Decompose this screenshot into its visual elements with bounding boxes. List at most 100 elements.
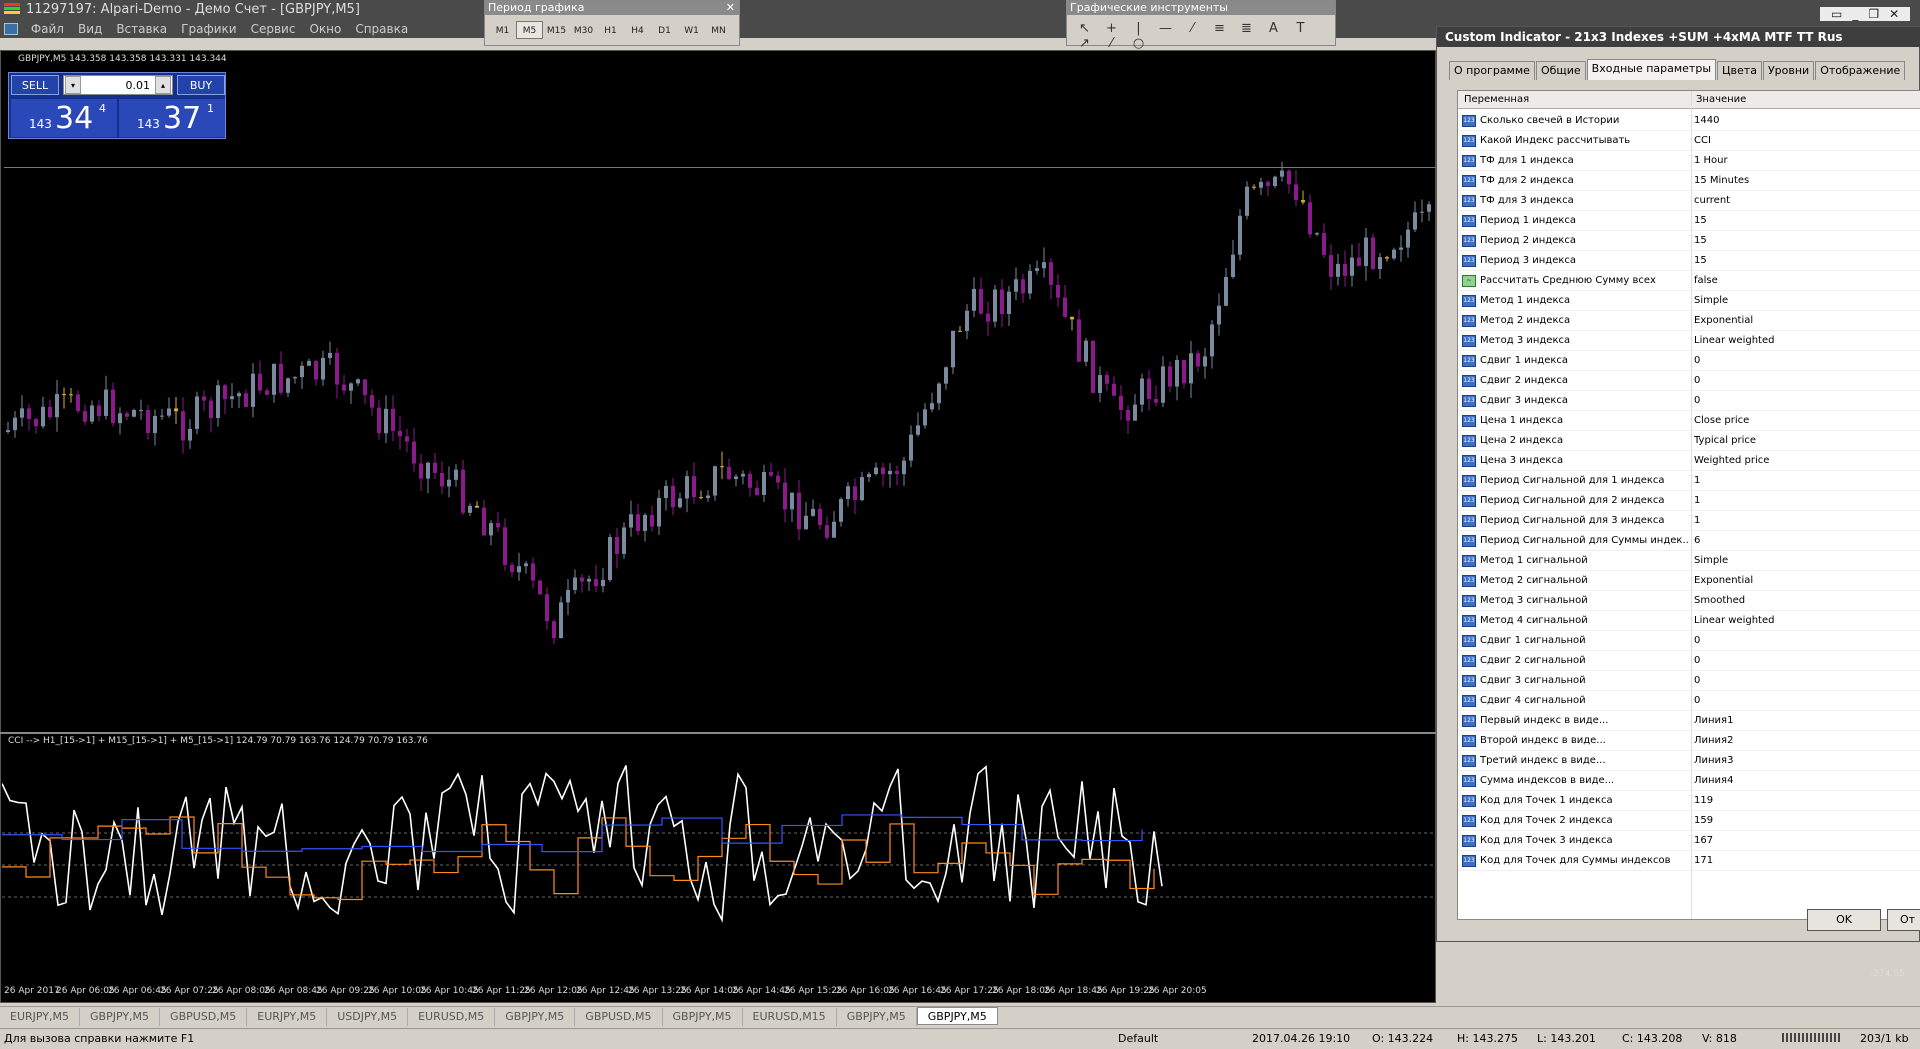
param-value[interactable]: 0 — [1694, 691, 1700, 711]
chart-tab[interactable]: GBPUSD,M5 — [160, 1008, 248, 1026]
param-value[interactable]: 15 Minutes — [1694, 171, 1749, 191]
maximize-icon[interactable]: ❐ — [1868, 7, 1879, 21]
param-value[interactable]: Smoothed — [1694, 591, 1745, 611]
cursor-icon[interactable]: ↖ — [1071, 21, 1098, 36]
channel-icon[interactable]: ≡ — [1206, 21, 1233, 36]
vertical-line-icon[interactable]: | — [1125, 21, 1152, 36]
param-row[interactable]: 123 Сдвиг 1 индекса 0 — [1458, 351, 1920, 371]
param-value[interactable]: 0 — [1694, 391, 1700, 411]
chart-tab[interactable]: GBPJPY,M5 — [495, 1008, 576, 1026]
param-row[interactable]: 123 Код для Точек 1 индекса 119 — [1458, 791, 1920, 811]
param-row[interactable]: 123 Цена 3 индекса Weighted price — [1458, 451, 1920, 471]
param-row[interactable]: 123 Сдвиг 2 индекса 0 — [1458, 371, 1920, 391]
chart-tab[interactable]: EURUSD,M15 — [743, 1008, 837, 1026]
param-value[interactable]: 6 — [1694, 531, 1700, 551]
param-row[interactable]: 123 Сдвиг 4 сигнальной 0 — [1458, 691, 1920, 711]
param-row[interactable]: 123 ТФ для 2 индекса 15 Minutes — [1458, 171, 1920, 191]
period-h1[interactable]: H1 — [597, 22, 624, 40]
menu-item-0[interactable]: Файл — [24, 20, 71, 38]
param-value[interactable]: false — [1694, 271, 1718, 291]
ok-button[interactable]: OK — [1807, 909, 1881, 931]
param-row[interactable]: 123 Период 2 индекса 15 — [1458, 231, 1920, 251]
param-row[interactable]: 123 Сдвиг 2 сигнальной 0 — [1458, 651, 1920, 671]
menu-item-3[interactable]: Графики — [174, 20, 243, 38]
dialog-tab-5[interactable]: Отображение — [1815, 61, 1906, 80]
text-label-icon[interactable]: T — [1287, 21, 1314, 36]
param-row[interactable]: 123 Какой Индекс рассчитывать CCI — [1458, 131, 1920, 151]
restore-icon[interactable]: ▭ — [1831, 7, 1842, 21]
param-value[interactable]: Exponential — [1694, 571, 1753, 591]
param-row[interactable]: 123 Сумма индексов в виде... Линия4 — [1458, 771, 1920, 791]
param-value[interactable]: 1 — [1694, 511, 1700, 531]
param-value[interactable]: 0 — [1694, 651, 1700, 671]
param-value[interactable]: Linear weighted — [1694, 331, 1774, 351]
param-value[interactable]: 15 — [1694, 211, 1707, 231]
horizontal-line-icon[interactable]: — — [1152, 21, 1179, 36]
param-row[interactable]: 123 Метод 3 сигнальной Smoothed — [1458, 591, 1920, 611]
param-value[interactable]: Weighted price — [1694, 451, 1769, 471]
period-h4[interactable]: H4 — [624, 22, 651, 40]
arrow-icon[interactable]: ↗ — [1071, 36, 1098, 51]
param-row[interactable]: 123 Метод 3 индекса Linear weighted — [1458, 331, 1920, 351]
close-icon[interactable]: ✕ — [1889, 7, 1899, 21]
param-value[interactable]: current — [1694, 191, 1730, 211]
param-value[interactable]: 1 — [1694, 471, 1700, 491]
param-value[interactable]: 15 — [1694, 231, 1707, 251]
param-value[interactable]: 1 Hour — [1694, 151, 1728, 171]
param-row[interactable]: 123 Метод 4 сигнальной Linear weighted — [1458, 611, 1920, 631]
param-value[interactable]: 1 — [1694, 491, 1700, 511]
param-row[interactable]: 123 Цена 2 индекса Typical price — [1458, 431, 1920, 451]
minimize-icon[interactable]: _ — [1852, 7, 1858, 21]
param-value[interactable]: 167 — [1694, 831, 1713, 851]
param-value[interactable]: Typical price — [1694, 431, 1756, 451]
dialog-tab-4[interactable]: Уровни — [1762, 61, 1815, 80]
param-row[interactable]: 123 Сдвиг 3 индекса 0 — [1458, 391, 1920, 411]
param-row[interactable]: 123 Метод 1 сигнальной Simple — [1458, 551, 1920, 571]
param-row[interactable]: 123 Метод 1 индекса Simple — [1458, 291, 1920, 311]
menu-item-4[interactable]: Сервис — [244, 20, 303, 38]
dialog-tab-1[interactable]: Общие — [1535, 61, 1586, 80]
param-value[interactable]: 0 — [1694, 351, 1700, 371]
menu-item-2[interactable]: Вставка — [109, 20, 174, 38]
chart-tab[interactable]: GBPJPY,M5 — [80, 1008, 161, 1026]
period-d1[interactable]: D1 — [651, 22, 678, 40]
param-row[interactable]: 123 Код для Точек 2 индекса 159 — [1458, 811, 1920, 831]
param-value[interactable]: 1440 — [1694, 111, 1719, 131]
param-value[interactable]: Линия3 — [1694, 751, 1733, 771]
period-w1[interactable]: W1 — [678, 22, 705, 40]
trendline-icon[interactable]: ⁄ — [1179, 21, 1206, 36]
dialog-tab-0[interactable]: О программе — [1449, 61, 1535, 80]
param-row[interactable]: 123 Третий индекс в виде... Линия3 — [1458, 751, 1920, 771]
param-value[interactable]: Линия1 — [1694, 711, 1733, 731]
chart-tab[interactable]: EURJPY,M5 — [0, 1008, 80, 1026]
period-mn[interactable]: MN — [705, 22, 732, 40]
param-value[interactable]: 15 — [1694, 251, 1707, 271]
param-row[interactable]: 123 Код для Точек 3 индекса 167 — [1458, 831, 1920, 851]
dialog-tab-2[interactable]: Входные параметры — [1586, 59, 1717, 80]
chart-tab[interactable]: GBPJPY,M5 — [837, 1008, 917, 1026]
param-value[interactable]: 159 — [1694, 811, 1713, 831]
period-m1[interactable]: M1 — [489, 22, 516, 40]
param-row[interactable]: 123 Период 1 индекса 15 — [1458, 211, 1920, 231]
crosshair-icon[interactable]: + — [1098, 21, 1125, 36]
param-value[interactable]: Линия2 — [1694, 731, 1733, 751]
param-value[interactable]: Simple — [1694, 551, 1728, 571]
chart-tab[interactable]: GBPUSD,M5 — [575, 1008, 663, 1026]
chart-tab[interactable]: GBPJPY,M5 — [916, 1007, 998, 1025]
param-value[interactable]: Linear weighted — [1694, 611, 1774, 631]
param-row[interactable]: 123 Цена 1 индекса Close price — [1458, 411, 1920, 431]
param-value[interactable]: 119 — [1694, 791, 1713, 811]
dialog-tab-3[interactable]: Цвета — [1717, 61, 1762, 80]
chart-tab[interactable]: EURUSD,M5 — [408, 1008, 496, 1026]
param-row[interactable]: 123 ТФ для 3 индекса current — [1458, 191, 1920, 211]
period-m5[interactable]: M5 — [516, 21, 543, 39]
param-value[interactable]: Close price — [1694, 411, 1749, 431]
close-icon[interactable]: ✕ — [726, 1, 735, 15]
param-row[interactable]: 123 Первый индекс в виде... Линия1 — [1458, 711, 1920, 731]
param-row[interactable]: 123 Период 3 индекса 15 — [1458, 251, 1920, 271]
param-row[interactable]: 123 Период Сигнальной для 2 индекса 1 — [1458, 491, 1920, 511]
param-row[interactable]: 123 Метод 2 индекса Exponential — [1458, 311, 1920, 331]
fibonacci-icon[interactable]: ≣ — [1233, 21, 1260, 36]
param-value[interactable]: Exponential — [1694, 311, 1753, 331]
chart-tab[interactable]: EURJPY,M5 — [247, 1008, 328, 1026]
